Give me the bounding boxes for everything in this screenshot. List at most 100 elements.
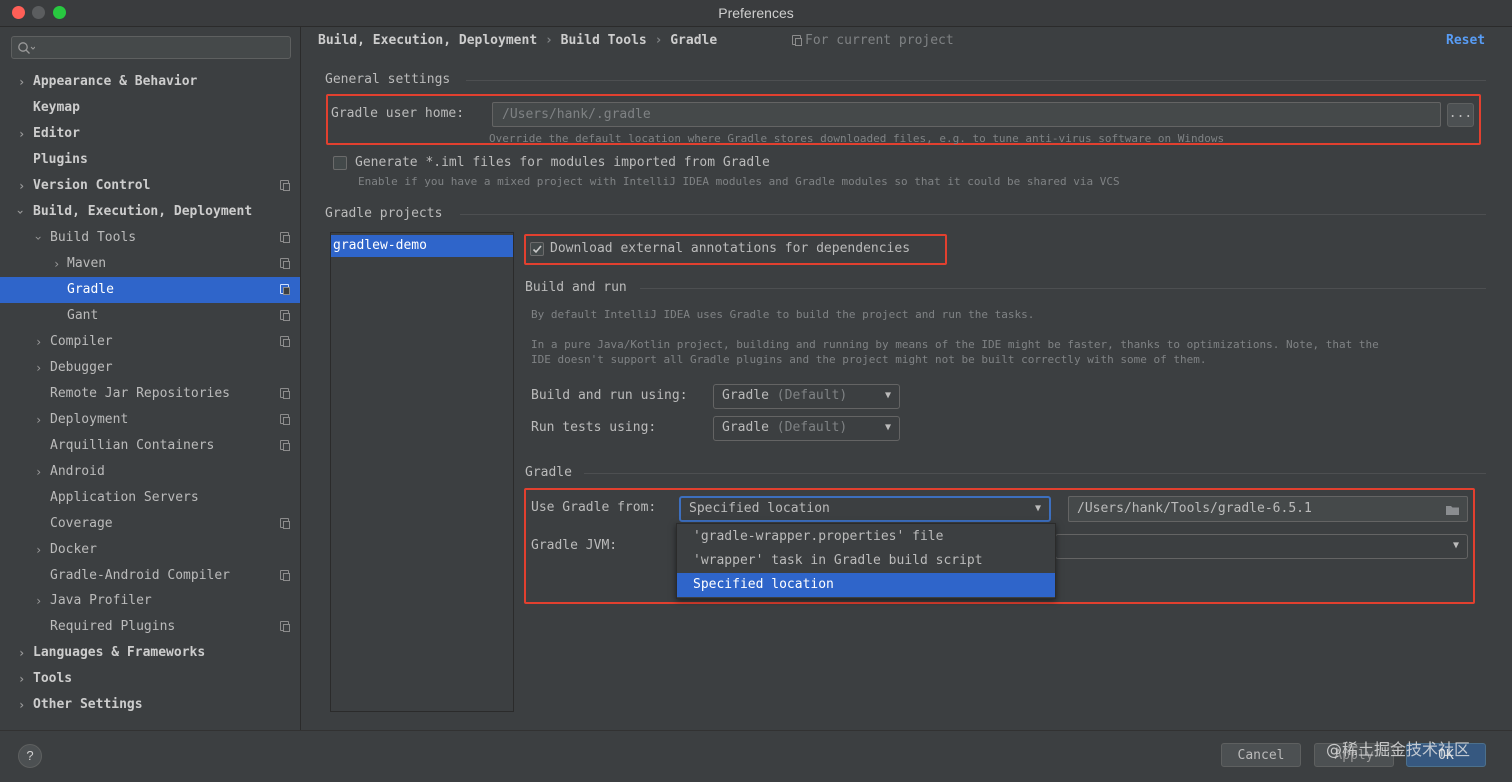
breadcrumb-item[interactable]: Build Tools	[561, 33, 647, 48]
sidebar-item-coverage[interactable]: Coverage	[0, 511, 300, 537]
sidebar-item-arquillian-containers[interactable]: Arquillian Containers	[0, 433, 300, 459]
build-using-label: Build and run using:	[531, 388, 688, 403]
tests-using-value: Gradle	[722, 420, 769, 435]
sidebar-item-label: Debugger	[50, 360, 113, 375]
chevron-right-icon: ›	[18, 127, 26, 141]
use-gradle-from-value: Specified location	[689, 501, 830, 516]
tests-using-label: Run tests using:	[531, 420, 657, 435]
default-suffix: (Default)	[776, 420, 848, 435]
chevron-down-icon: ›	[31, 234, 46, 242]
sidebar-item-build-execution-deployment[interactable]: › Build, Execution, Deployment	[0, 199, 300, 225]
download-annotations-label[interactable]: Download external annotations for depend…	[550, 241, 910, 256]
chevron-right-icon: ›	[35, 413, 43, 427]
sidebar-item-compiler[interactable]: › Compiler	[0, 329, 300, 355]
checkmark-icon	[532, 245, 542, 254]
sidebar-item-label: Arquillian Containers	[50, 438, 215, 453]
sidebar-item-debugger[interactable]: › Debugger	[0, 355, 300, 381]
search-icon	[18, 42, 35, 54]
section-divider	[584, 473, 1486, 474]
scope-indicator: For current project	[792, 33, 954, 48]
build-using-select[interactable]: Gradle (Default) ▼	[713, 384, 900, 409]
project-scope-icon	[280, 518, 290, 529]
gradle-location-value: /Users/hank/Tools/gradle-6.5.1	[1077, 501, 1312, 516]
generate-iml-checkbox[interactable]	[333, 156, 347, 170]
project-scope-icon	[280, 414, 290, 425]
build-and-run-title: Build and run	[525, 280, 627, 295]
folder-icon[interactable]	[1445, 504, 1461, 516]
cancel-button[interactable]: Cancel	[1221, 743, 1301, 767]
sidebar-item-gradle-android-compiler[interactable]: Gradle-Android Compiler	[0, 563, 300, 589]
project-scope-icon	[280, 388, 290, 399]
build-run-description: By default IntelliJ IDEA uses Gradle to …	[531, 308, 1035, 321]
download-annotations-checkbox[interactable]	[530, 242, 544, 256]
sidebar-item-label: Tools	[33, 671, 73, 686]
sidebar-item-label: Version Control	[33, 178, 151, 193]
sidebar-item-editor[interactable]: › Editor	[0, 121, 300, 147]
settings-search-input[interactable]	[11, 36, 291, 59]
breadcrumb-item[interactable]: Build, Execution, Deployment	[318, 33, 537, 48]
sidebar-item-other-settings[interactable]: › Other Settings	[0, 692, 300, 718]
sidebar-item-keymap[interactable]: Keymap	[0, 95, 300, 121]
watermark: @稀土掘金技术社区	[1326, 740, 1471, 759]
section-divider	[466, 80, 1486, 81]
breadcrumb-separator: ›	[654, 33, 663, 48]
section-divider	[460, 214, 1486, 215]
dropdown-option-specified-location[interactable]: Specified location	[677, 573, 1055, 597]
dropdown-option-wrapper-properties[interactable]: 'gradle-wrapper.properties' file	[677, 525, 1055, 549]
sidebar-item-java-profiler[interactable]: › Java Profiler	[0, 588, 300, 614]
sidebar-item-deployment[interactable]: › Deployment	[0, 407, 300, 433]
chevron-right-icon: ›	[18, 179, 26, 193]
generate-iml-label[interactable]: Generate *.iml files for modules importe…	[355, 155, 770, 170]
reset-link[interactable]: Reset	[1446, 33, 1485, 48]
sidebar-item-docker[interactable]: › Docker	[0, 537, 300, 563]
sidebar-item-build-tools[interactable]: › Build Tools	[0, 225, 300, 251]
sidebar-item-label: Android	[50, 464, 105, 479]
sidebar-item-gant[interactable]: Gant	[0, 303, 300, 329]
chevron-right-icon: ›	[18, 672, 26, 686]
sidebar-item-label: Gant	[67, 308, 99, 323]
build-run-note-line1: In a pure Java/Kotlin project, building …	[531, 338, 1379, 351]
use-gradle-from-select[interactable]: Specified location ▼	[679, 496, 1051, 522]
project-scope-icon	[792, 35, 802, 46]
sidebar-item-languages-frameworks[interactable]: › Languages & Frameworks	[0, 640, 300, 666]
sidebar-item-label: Coverage	[50, 516, 113, 531]
project-scope-icon	[280, 310, 290, 321]
gradle-projects-list: gradlew-demo	[330, 232, 514, 712]
chevron-right-icon: ›	[35, 335, 43, 349]
gradle-user-home-input[interactable]: /Users/hank/.gradle	[492, 102, 1441, 127]
sidebar-item-gradle[interactable]: Gradle	[0, 277, 300, 303]
sidebar-item-android[interactable]: › Android	[0, 459, 300, 485]
project-scope-icon	[280, 336, 290, 347]
sidebar-item-maven[interactable]: › Maven	[0, 251, 300, 277]
sidebar-item-label: Gradle	[67, 282, 114, 297]
help-button[interactable]: ?	[18, 744, 42, 768]
gradle-section-title: Gradle	[525, 465, 572, 480]
use-gradle-from-label: Use Gradle from:	[531, 500, 657, 515]
sidebar-item-plugins[interactable]: Plugins	[0, 147, 300, 173]
sidebar-item-application-servers[interactable]: Application Servers	[0, 485, 300, 511]
scope-label: For current project	[805, 33, 954, 48]
sidebar-item-remote-jar-repositories[interactable]: Remote Jar Repositories	[0, 381, 300, 407]
gradle-user-home-placeholder: /Users/hank/.gradle	[502, 107, 651, 122]
tests-using-select[interactable]: Gradle (Default) ▼	[713, 416, 900, 441]
chevron-right-icon: ›	[35, 594, 43, 608]
sidebar-item-label: Deployment	[50, 412, 129, 427]
sidebar-item-tools[interactable]: › Tools	[0, 666, 300, 692]
window-title: Preferences	[718, 5, 794, 21]
project-scope-icon	[280, 284, 290, 295]
sidebar-item-label: Java Profiler	[50, 593, 152, 608]
sidebar-item-label: Plugins	[33, 152, 88, 167]
chevron-down-icon: ▼	[884, 390, 891, 401]
sidebar-item-version-control[interactable]: › Version Control	[0, 173, 300, 199]
sidebar-item-label: Remote Jar Repositories	[50, 386, 231, 401]
breadcrumb: Build, Execution, Deployment › Build Too…	[318, 33, 717, 48]
sidebar-item-appearance-behavior[interactable]: › Appearance & Behavior	[0, 69, 300, 95]
gradle-location-input[interactable]: /Users/hank/Tools/gradle-6.5.1	[1068, 496, 1468, 522]
gradle-jvm-select[interactable]: ▼	[1055, 534, 1468, 559]
sidebar-item-required-plugins[interactable]: Required Plugins	[0, 614, 300, 640]
browse-button[interactable]: ...	[1447, 103, 1474, 127]
dropdown-option-wrapper-task[interactable]: 'wrapper' task in Gradle build script	[677, 549, 1055, 573]
sidebar-item-label: Compiler	[50, 334, 113, 349]
build-run-note-line2: IDE doesn't support all Gradle plugins a…	[531, 353, 1207, 366]
project-list-item[interactable]: gradlew-demo	[331, 235, 513, 257]
